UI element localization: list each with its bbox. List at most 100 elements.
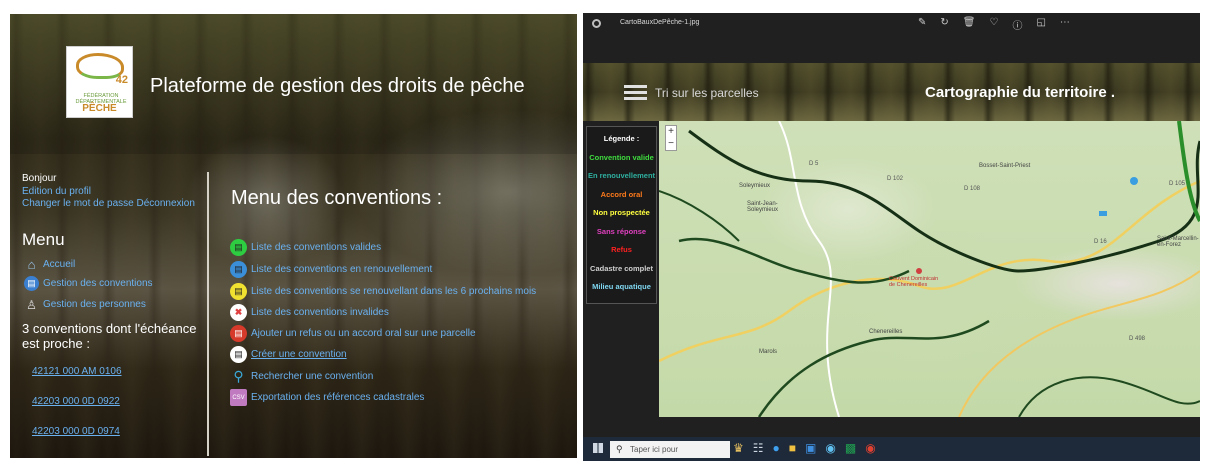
conv-link-label: Rechercher une convention bbox=[251, 371, 374, 382]
conv-link-label: Liste des conventions en renouvellement bbox=[251, 264, 433, 275]
photos-app-icon bbox=[592, 19, 601, 28]
map-label: D 16 bbox=[1094, 239, 1107, 245]
legend-item-water: Milieu aquatique bbox=[592, 282, 651, 291]
edit-icon[interactable]: ✎ bbox=[918, 17, 926, 32]
info-icon[interactable]: ⓘ bbox=[1012, 17, 1022, 32]
conv-link-renewing-6-months[interactable]: ▤ Liste des conventions se renouvellant … bbox=[230, 283, 536, 300]
page-title: Plateforme de gestion des droits de pêch… bbox=[150, 75, 525, 97]
map-label: D 498 bbox=[1129, 336, 1146, 342]
sort-parcels-menu[interactable]: Tri sur les parcelles bbox=[655, 86, 759, 100]
deadline-ref-link[interactable]: 42203 000 0D 0922 bbox=[32, 396, 120, 407]
change-password-link[interactable]: Changer le mot de passe bbox=[22, 198, 134, 209]
conv-link-label: Exportation des références cadastrales bbox=[251, 392, 425, 403]
favorite-icon[interactable]: ♡ bbox=[989, 17, 998, 32]
map-label: Soleymieux bbox=[739, 183, 771, 189]
delete-icon[interactable]: 🗑 bbox=[963, 17, 976, 32]
document-icon: ▤ bbox=[230, 261, 247, 278]
fishing-rights-platform-screen: 42 FÉDÉRATION DÉPARTEMENTALE PÊCHE Plate… bbox=[10, 14, 577, 458]
map-label: D 102 bbox=[887, 176, 904, 182]
conv-link-invalid[interactable]: ✖ Liste des conventions invalides bbox=[230, 304, 389, 321]
map-label: Saint-Jean-Soleymieux bbox=[747, 201, 779, 213]
map-zoom-control: + − bbox=[665, 125, 677, 151]
more-icon[interactable]: ⋯ bbox=[1060, 17, 1070, 32]
conventions-heading: Menu des conventions : bbox=[231, 187, 443, 209]
map-label: Marols bbox=[759, 349, 778, 355]
taskbar-apps: ♛ ☷ ● ■ ▣ ◉ ▩ ◉ bbox=[733, 441, 876, 455]
map-label: Saint-Marcellin-en-Forez bbox=[1157, 236, 1199, 248]
store-icon[interactable]: ▣ bbox=[805, 441, 816, 455]
map-title: Cartographie du territoire . bbox=[925, 84, 1116, 101]
invalid-icon: ✖ bbox=[230, 304, 247, 321]
viewer-titlebar: CartoBauxDePêche-1.jpg ✎ ↻ 🗑 ♡ ⓘ ◱ ⋯ bbox=[583, 13, 1200, 35]
conv-link-renewal[interactable]: ▤ Liste des conventions en renouvellemen… bbox=[230, 261, 432, 278]
rotate-icon[interactable]: ↻ bbox=[940, 17, 948, 32]
nav-item-conventions[interactable]: ▤ Gestion des conventions bbox=[24, 276, 153, 291]
mail-icon[interactable]: ◉ bbox=[825, 441, 835, 455]
viewer-toolbar: ✎ ↻ 🗑 ♡ ⓘ ◱ ⋯ bbox=[918, 17, 1070, 32]
taskbar-search-placeholder: Taper ici pour bbox=[630, 445, 679, 454]
excel-icon[interactable]: ▩ bbox=[845, 441, 856, 455]
home-icon: ⌂ bbox=[27, 257, 36, 272]
user-menu: Bonjour Edition du profil Changer le mot… bbox=[22, 173, 195, 211]
person-icon: ♙ bbox=[26, 297, 37, 312]
edge-icon[interactable]: ● bbox=[773, 441, 780, 455]
share-icon[interactable]: ◱ bbox=[1036, 17, 1045, 32]
search-icon: ⚲ bbox=[233, 368, 244, 384]
nav-item-label: Gestion des conventions bbox=[43, 278, 153, 289]
logo-number: 42 bbox=[115, 74, 128, 86]
legend-title: Légende : bbox=[603, 134, 640, 143]
document-icon: ▤ bbox=[230, 239, 247, 256]
logout-link[interactable]: Déconnexion bbox=[137, 198, 195, 209]
add-document-icon: ▤ bbox=[230, 346, 247, 363]
legend-item-unprospected: Non prospectée bbox=[593, 208, 650, 217]
deadline-ref-link[interactable]: 42203 000 0D 0974 bbox=[32, 426, 120, 437]
photos-icon[interactable]: ◉ bbox=[865, 441, 875, 455]
conv-link-label: Créer une convention bbox=[251, 349, 347, 360]
map-legend: Légende : Convention valide En renouvell… bbox=[586, 126, 657, 304]
cortana-icon[interactable]: ♛ bbox=[733, 441, 744, 455]
csv-icon: CSV bbox=[230, 389, 247, 406]
taskbar-search[interactable]: ⚲ Taper ici pour bbox=[610, 441, 730, 458]
task-view-icon[interactable]: ☷ bbox=[753, 441, 764, 455]
deadline-notice: 3 conventions dont l'échéance est proche… bbox=[22, 321, 197, 351]
map-label: Bosset-Saint-Priest bbox=[979, 163, 1031, 169]
conv-link-valid[interactable]: ▤ Liste des conventions valides bbox=[230, 239, 381, 256]
zoom-out-button[interactable]: − bbox=[666, 138, 676, 150]
legend-item-cadastre: Cadastre complet bbox=[590, 263, 653, 273]
windows-start-icon[interactable] bbox=[593, 443, 603, 453]
conv-link-label: Liste des conventions se renouvellant da… bbox=[251, 286, 537, 297]
nav-item-label: Gestion des personnes bbox=[43, 299, 146, 310]
nav-item-persons[interactable]: ♙ Gestion des personnes bbox=[24, 297, 146, 312]
legend-item-no-answer: Sans réponse bbox=[596, 226, 647, 236]
conv-link-label: Ajouter un refus ou un accord oral sur u… bbox=[251, 328, 476, 339]
column-divider bbox=[207, 172, 209, 456]
deadline-ref-link[interactable]: 42121 000 AM 0106 bbox=[32, 366, 122, 377]
document-icon: ▤ bbox=[24, 276, 39, 291]
conv-link-add-refusal[interactable]: ▤ Ajouter un refus ou un accord oral sur… bbox=[230, 325, 476, 342]
menu-heading: Menu bbox=[22, 230, 65, 249]
nav-item-label: Accueil bbox=[43, 259, 76, 270]
folder-icon[interactable]: ■ bbox=[789, 441, 796, 455]
legend-item-valid: Convention valide bbox=[589, 152, 654, 162]
legend-item-renewal: En renouvellement bbox=[587, 171, 656, 180]
conv-link-export[interactable]: CSV Exportation des références cadastral… bbox=[230, 389, 424, 406]
map-label: Couvent Dominicain de Chenereilles bbox=[889, 276, 939, 288]
territory-map[interactable]: D 102 D 108 D 5 D 105 D 16 D 498 Bosset-… bbox=[659, 121, 1200, 417]
map-label: Chenereilles bbox=[869, 329, 903, 335]
edit-profile-link[interactable]: Edition du profil bbox=[22, 186, 91, 197]
greeting: Bonjour bbox=[22, 173, 57, 184]
document-icon: ▤ bbox=[230, 325, 247, 342]
nav-item-home[interactable]: ⌂ Accueil bbox=[24, 257, 76, 272]
map-label: D 5 bbox=[809, 161, 819, 167]
logo-peche-text: PÊCHE bbox=[82, 103, 117, 114]
legend-item-refusal: Refus bbox=[611, 245, 632, 254]
zoom-in-button[interactable]: + bbox=[666, 126, 676, 138]
conv-link-create[interactable]: ▤ Créer une convention bbox=[230, 346, 347, 363]
windows-taskbar: ⚲ Taper ici pour ♛ ☷ ● ■ ▣ ◉ ▩ ◉ bbox=[583, 437, 1200, 461]
map-label: D 108 bbox=[964, 186, 981, 192]
map-rivers-and-roads bbox=[659, 121, 1200, 417]
hamburger-menu-icon[interactable] bbox=[624, 85, 647, 100]
federation-logo: 42 FÉDÉRATION DÉPARTEMENTALE PÊCHE bbox=[66, 46, 133, 118]
conv-link-label: Liste des conventions valides bbox=[251, 242, 382, 253]
conv-link-search[interactable]: ⚲ Rechercher une convention bbox=[230, 368, 373, 385]
